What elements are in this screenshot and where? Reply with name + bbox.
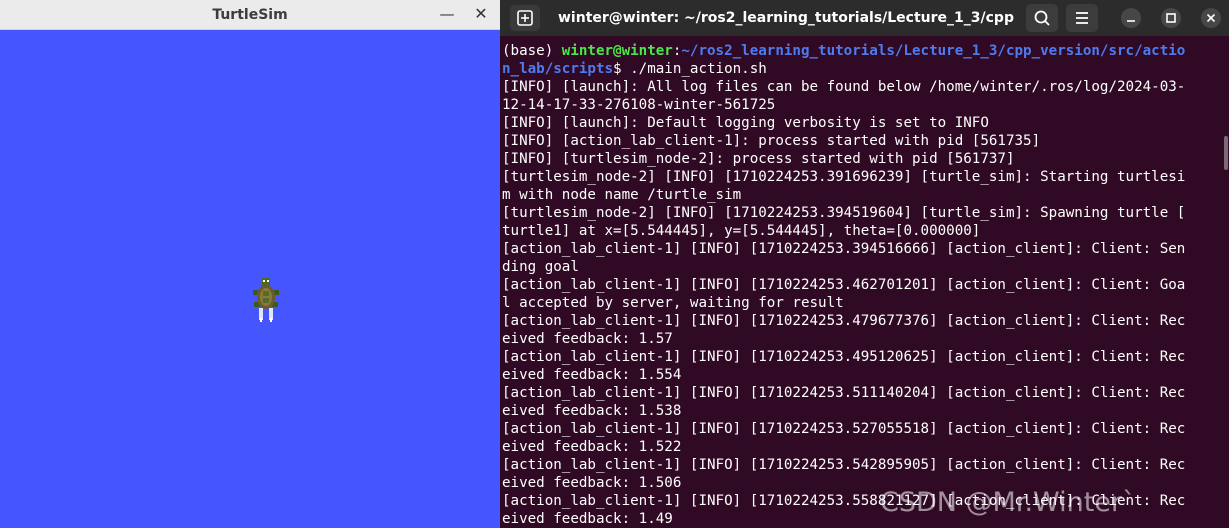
- log-line: ding goal: [502, 259, 579, 275]
- search-button[interactable]: [1026, 4, 1058, 32]
- conda-env: (base): [502, 43, 562, 59]
- turtlesim-title: TurtleSim: [212, 7, 288, 23]
- prompt-line-wrap: n_lab/scripts$ ./main_action.sh: [502, 60, 1220, 78]
- new-tab-button[interactable]: [510, 5, 540, 31]
- log-line: [INFO] [turtlesim_node-2]: process start…: [502, 151, 1015, 167]
- terminal-output[interactable]: (base) winter@winter:~/ros2_learning_tut…: [502, 42, 1220, 528]
- log-line: eived feedback: 1.522: [502, 439, 682, 455]
- turtlesim-minimize-button[interactable]: —: [434, 2, 460, 26]
- prompt-user-host: winter@winter: [561, 43, 673, 59]
- prompt-command: ./main_action.sh: [630, 61, 767, 77]
- terminal-title: winter@winter: ~/ros2_learning_tutorials…: [558, 10, 1014, 26]
- log-line: [INFO] [launch]: Default logging verbosi…: [502, 115, 989, 131]
- watermark-text: CSDN @Mr.Winter`: [880, 487, 1136, 518]
- terminal-close-button[interactable]: [1201, 8, 1221, 28]
- log-line: [turtlesim_node-2] [INFO] [1710224253.39…: [502, 205, 1186, 221]
- terminal-minimize-button[interactable]: [1121, 8, 1141, 28]
- log-line: [action_lab_client-1] [INFO] [1710224253…: [502, 241, 1186, 257]
- prompt-path-continued: n_lab/scripts: [502, 61, 614, 77]
- prompt-path: ~/ros2_learning_tutorials/Lecture_1_3/cp…: [681, 43, 1186, 59]
- log-line: [action_lab_client-1] [INFO] [1710224253…: [502, 277, 1186, 293]
- terminal-scrollbar[interactable]: [1224, 136, 1228, 170]
- log-line: [INFO] [action_lab_client-1]: process st…: [502, 133, 1041, 149]
- log-line: eived feedback: 1.554: [502, 367, 682, 383]
- log-line: eived feedback: 1.538: [502, 403, 682, 419]
- prompt-line: (base) winter@winter:~/ros2_learning_tut…: [502, 42, 1220, 60]
- log-line: [action_lab_client-1] [INFO] [1710224253…: [502, 349, 1186, 365]
- log-line: [INFO] [launch]: All log files can be fo…: [502, 79, 1186, 95]
- log-line: [turtlesim_node-2] [INFO] [1710224253.39…: [502, 169, 1186, 185]
- log-line: turtle1] at x=[5.544445], y=[5.544445], …: [502, 223, 981, 239]
- minimize-icon: [1127, 20, 1135, 22]
- terminal-titlebar[interactable]: winter@winter: ~/ros2_learning_tutorials…: [500, 0, 1229, 36]
- log-line: eived feedback: 1.57: [502, 331, 673, 347]
- terminal-window: winter@winter: ~/ros2_learning_tutorials…: [500, 0, 1229, 528]
- terminal-maximize-button[interactable]: [1161, 8, 1181, 28]
- close-icon: [1206, 13, 1216, 23]
- menu-button[interactable]: [1066, 4, 1098, 32]
- turtlesim-close-button[interactable]: ✕: [468, 2, 494, 26]
- turtlesim-titlebar[interactable]: TurtleSim — ✕: [0, 0, 500, 30]
- log-line: l accepted by server, waiting for result: [502, 295, 844, 311]
- hamburger-menu-icon: [1076, 12, 1088, 24]
- log-line: [action_lab_client-1] [INFO] [1710224253…: [502, 313, 1186, 329]
- log-line: m with node name /turtle_sim: [502, 187, 742, 203]
- search-icon: [1034, 10, 1050, 26]
- log-line: [action_lab_client-1] [INFO] [1710224253…: [502, 457, 1186, 473]
- log-line: 12-14-17-33-276108-winter-561725: [502, 97, 776, 113]
- maximize-icon: [1166, 13, 1176, 23]
- turtlesim-window: TurtleSim — ✕: [0, 0, 500, 528]
- turtle-icon: [253, 278, 279, 322]
- log-line: [action_lab_client-1] [INFO] [1710224253…: [502, 385, 1186, 401]
- log-line: [action_lab_client-1] [INFO] [1710224253…: [502, 421, 1186, 437]
- new-tab-icon: [517, 10, 533, 26]
- prompt-dollar: $: [613, 61, 631, 77]
